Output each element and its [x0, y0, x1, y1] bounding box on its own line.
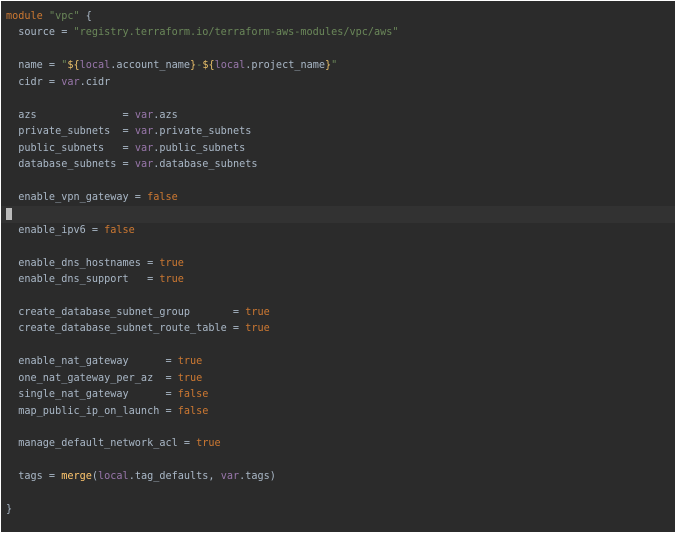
- code-token: local: [214, 60, 246, 72]
- code-token: manage_default_network_acl =: [6, 438, 197, 450]
- code-token: tags =: [6, 471, 62, 483]
- code-token: local: [98, 471, 129, 483]
- code-line[interactable]: [1, 420, 675, 436]
- current-code-line[interactable]: [1, 206, 675, 223]
- code-line[interactable]: cidr = var.cidr: [1, 75, 675, 91]
- code-token: false: [177, 389, 209, 401]
- code-line[interactable]: create_database_subnet_group = true: [1, 305, 675, 321]
- code-token: true: [196, 438, 221, 450]
- code-token: .account_name: [110, 60, 191, 72]
- text-caret: [6, 208, 12, 221]
- code-token: var: [134, 142, 154, 154]
- code-line[interactable]: name = "${local.account_name}-${local.pr…: [1, 58, 675, 74]
- code-line[interactable]: [1, 486, 675, 502]
- code-line[interactable]: source = "registry.terraform.io/terrafor…: [1, 25, 675, 41]
- code-token: var: [134, 109, 154, 121]
- code-token: true: [245, 323, 270, 335]
- code-line[interactable]: database_subnets = var.database_subnets: [1, 157, 675, 173]
- code-line[interactable]: [1, 338, 675, 354]
- code-line[interactable]: [1, 42, 675, 58]
- code-token: module: [6, 11, 49, 22]
- code-line[interactable]: manage_default_network_acl = true: [1, 436, 675, 452]
- code-token: false: [177, 405, 209, 417]
- code-line[interactable]: enable_dns_support = true: [1, 272, 675, 288]
- code-line[interactable]: create_database_subnet_route_table = tru…: [1, 321, 675, 337]
- code-line[interactable]: enable_nat_gateway = true: [1, 354, 675, 370]
- code-line[interactable]: [1, 173, 675, 189]
- code-line[interactable]: enable_dns_hostnames = true: [1, 256, 675, 272]
- code-line[interactable]: private_subnets = var.private_subnets: [1, 124, 675, 140]
- code-token: "registry.terraform.io/terraform-aws-mod…: [73, 27, 399, 39]
- code-token: true: [177, 372, 203, 384]
- code-line[interactable]: tags = merge(local.tag_defaults, var.tag…: [1, 469, 675, 485]
- code-token: true: [177, 356, 203, 368]
- code-token: .tag_defaults,: [128, 471, 221, 483]
- code-line[interactable]: azs = var.azs: [1, 108, 675, 124]
- code-token: var: [134, 126, 154, 138]
- code-line[interactable]: module "vpc" {: [1, 9, 675, 25]
- code-token: var: [220, 471, 240, 483]
- code-token: var: [61, 76, 80, 88]
- code-token: true: [245, 306, 270, 318]
- code-line[interactable]: [1, 288, 675, 304]
- code-token: azs =: [6, 109, 135, 121]
- code-token: map_public_ip_on_launch =: [6, 405, 178, 417]
- code-line[interactable]: map_public_ip_on_launch = false: [1, 404, 675, 420]
- code-token: .database_subnets: [153, 158, 258, 170]
- code-token: cidr =: [6, 76, 62, 88]
- code-token: false: [104, 224, 135, 236]
- code-token: private_subnets =: [6, 126, 135, 138]
- code-token: enable_dns_support =: [6, 274, 160, 285]
- code-token: name =: [6, 60, 62, 72]
- code-token: merge: [61, 471, 92, 483]
- code-token: .azs: [153, 109, 178, 121]
- code-token: create_database_subnet_group =: [6, 306, 246, 318]
- code-token: local: [79, 60, 111, 72]
- code-line[interactable]: enable_ipv6 = false: [1, 223, 675, 239]
- code-token: enable_dns_hostnames =: [6, 257, 160, 269]
- code-token: {: [79, 11, 92, 22]
- code-token: true: [159, 257, 184, 269]
- code-token: public_subnets =: [6, 142, 135, 154]
- code-line[interactable]: [1, 239, 675, 255]
- code-token: false: [147, 191, 178, 203]
- code-token: single_nat_gateway =: [6, 389, 178, 401]
- code-token: ${: [202, 60, 215, 72]
- code-token: }: [6, 504, 13, 516]
- code-line[interactable]: public_subnets = var.public_subnets: [1, 141, 675, 157]
- code-token: create_database_subnet_route_table =: [6, 323, 246, 335]
- code-line[interactable]: [1, 453, 675, 469]
- code-token: .cidr: [79, 76, 111, 88]
- code-token: ": [331, 60, 338, 72]
- code-token: var: [134, 158, 154, 170]
- code-line[interactable]: enable_vpn_gateway = false: [1, 190, 675, 206]
- code-token: .public_subnets: [153, 142, 246, 154]
- code-token: .project_name: [245, 60, 325, 72]
- code-editor[interactable]: module "vpc" { source = "registry.terraf…: [1, 1, 675, 532]
- code-token: enable_vpn_gateway =: [6, 191, 148, 203]
- code-token: one_nat_gateway_per_az =: [6, 372, 178, 384]
- code-line[interactable]: one_nat_gateway_per_az = true: [1, 371, 675, 387]
- code-token: database_subnets =: [6, 158, 135, 170]
- code-line[interactable]: [1, 91, 675, 107]
- code-token: "vpc": [48, 11, 80, 22]
- code-line[interactable]: }: [1, 502, 675, 518]
- code-token: source =: [6, 27, 74, 39]
- code-line[interactable]: single_nat_gateway = false: [1, 387, 675, 403]
- code-token: .private_subnets: [153, 126, 252, 138]
- code-token: enable_ipv6 =: [6, 224, 105, 236]
- code-token: .tags): [239, 471, 276, 483]
- code-token: true: [159, 274, 184, 285]
- code-token: enable_nat_gateway =: [6, 356, 178, 368]
- code-area[interactable]: module "vpc" { source = "registry.terraf…: [1, 9, 675, 519]
- code-token: ${: [67, 60, 80, 72]
